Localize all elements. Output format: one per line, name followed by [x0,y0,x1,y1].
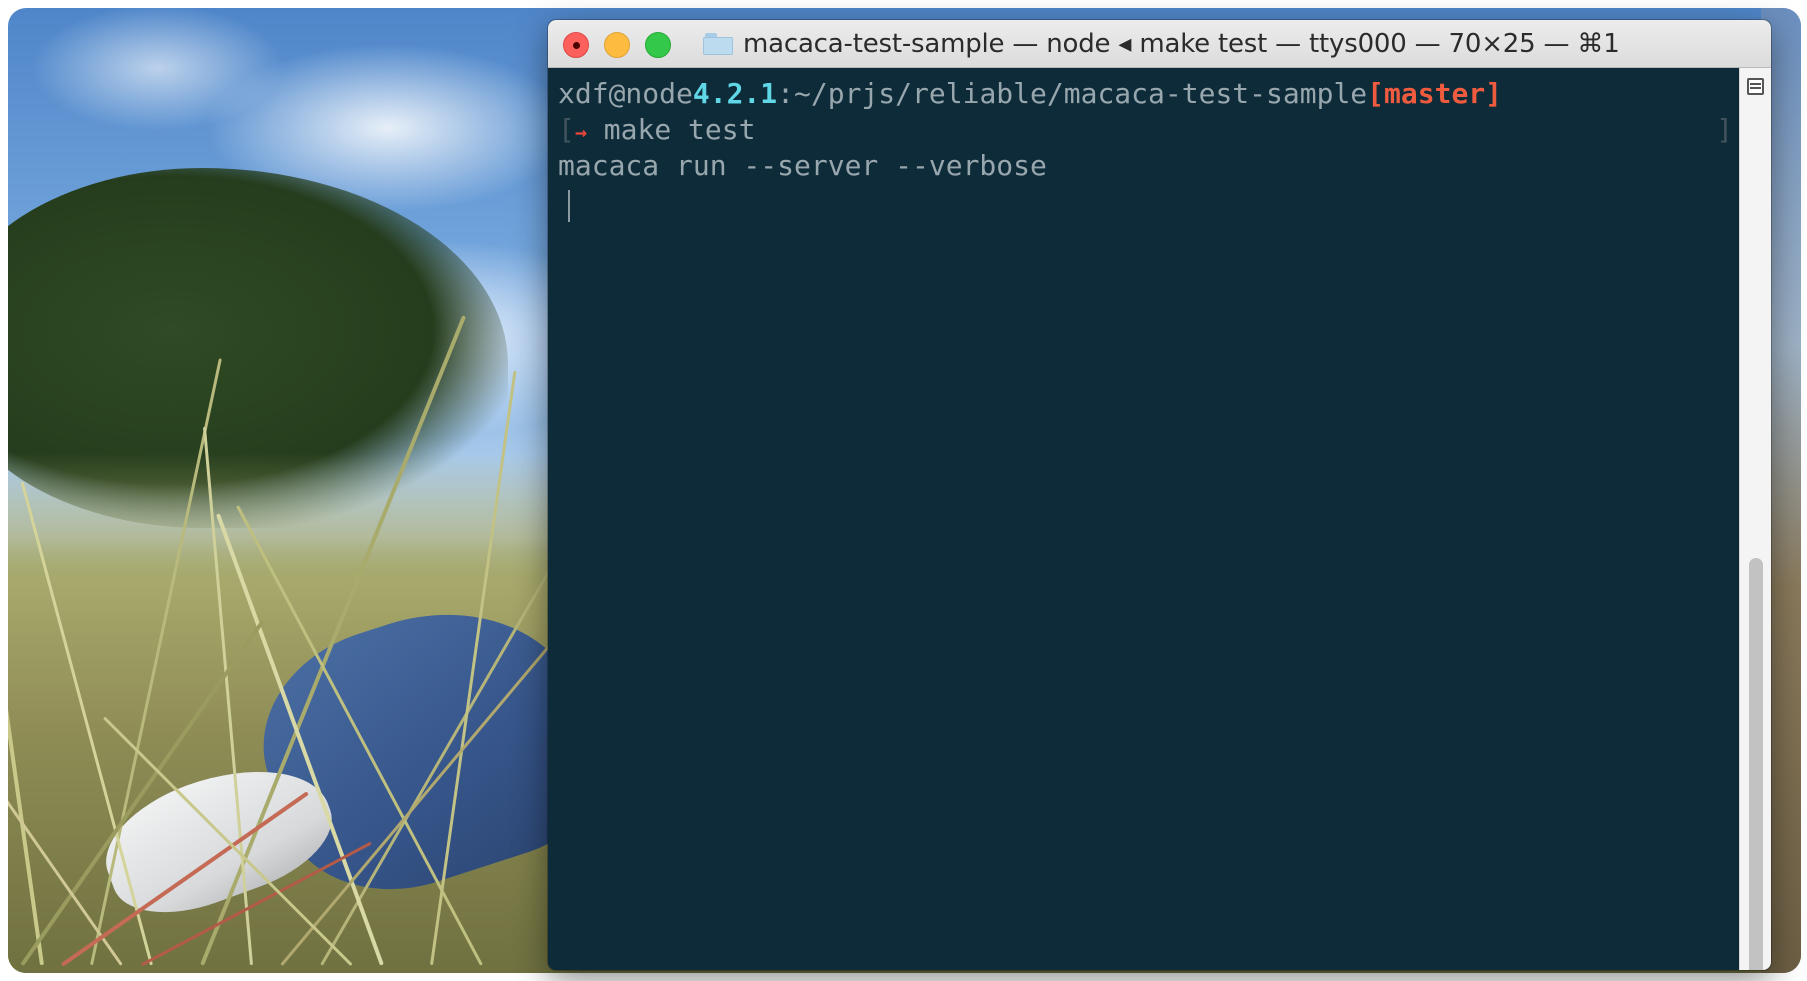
terminal-window[interactable]: macaca-test-sample — node ◂ make test — … [548,20,1771,970]
prompt-user-host: xdf@node [558,77,693,110]
prompt-path: :~/prjs/reliable/macaca-test-sample [777,77,1368,110]
vertical-scrollbar[interactable] [1739,68,1771,970]
minimize-button[interactable] [604,32,630,58]
folder-icon [703,33,733,55]
cursor-line [558,184,1739,222]
prompt-node-version: 4.2.1 [692,77,778,110]
command-text: make test [586,113,756,146]
command-open-bracket: [ [558,113,575,146]
command-close-bracket: ] [1716,113,1733,146]
zoom-button[interactable] [645,32,671,58]
prompt-line: xdf@node4.2.1:~/prjs/reliable/macaca-tes… [558,76,1739,112]
output-line: macaca run --server --verbose [558,149,1047,182]
scroll-view-icon[interactable] [1747,78,1764,95]
window-title-group: macaca-test-sample — node ◂ make test — … [703,20,1620,68]
prompt-arrow-icon: → [574,120,587,144]
scrollbar-thumb[interactable] [1749,558,1763,970]
command-line: [→ make test] [558,112,1739,148]
close-button[interactable] [563,32,589,58]
terminal-output[interactable]: xdf@node4.2.1:~/prjs/reliable/macaca-tes… [548,68,1739,970]
window-title: macaca-test-sample — node ◂ make test — … [743,29,1620,59]
prompt-git-branch: [master] [1367,77,1503,110]
window-titlebar[interactable]: macaca-test-sample — node ◂ make test — … [548,20,1771,68]
text-cursor [568,190,570,222]
